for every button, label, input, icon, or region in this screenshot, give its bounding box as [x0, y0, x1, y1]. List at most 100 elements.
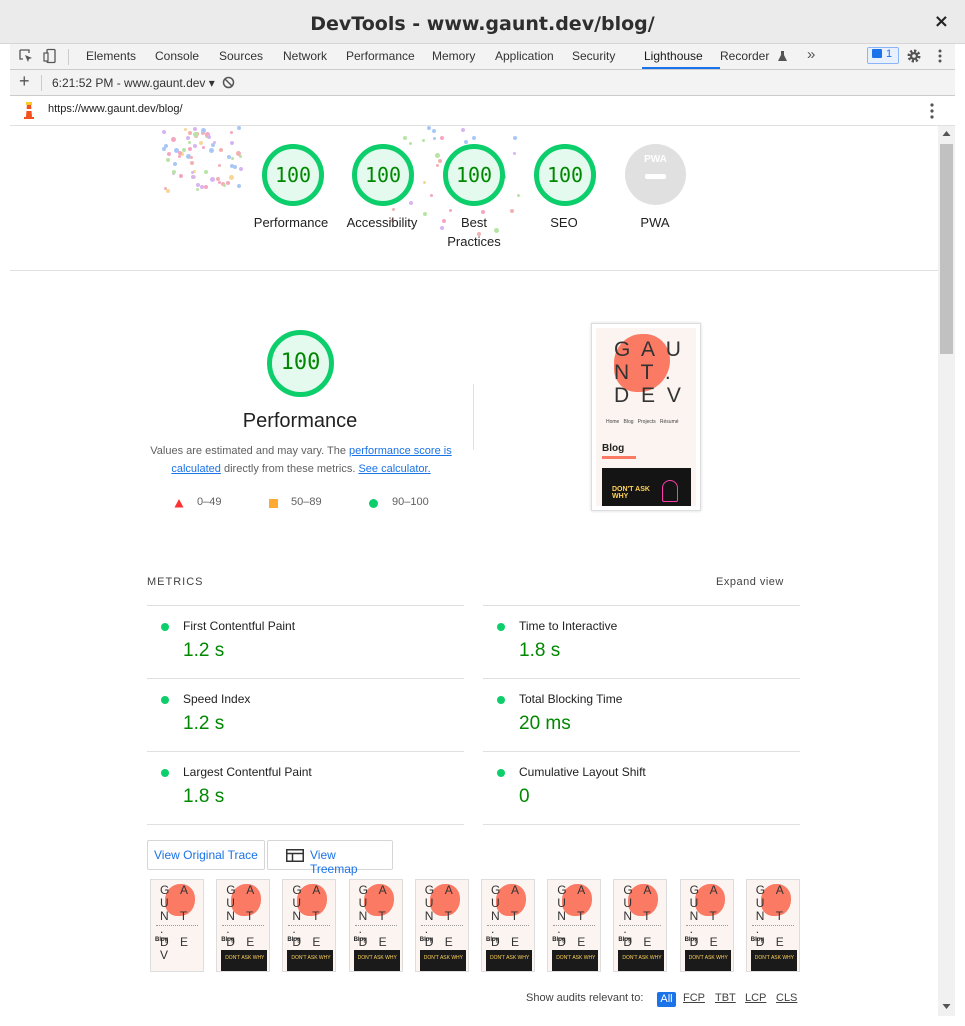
frame-heading: Blog [155, 937, 169, 943]
final-screenshot[interactable]: G A UN T .D E V Home Blog Projects Résum… [591, 323, 701, 511]
filter-tbt[interactable]: TBT [715, 992, 736, 1004]
filter-cls[interactable]: CLS [776, 992, 797, 1004]
tab-memory[interactable]: Memory [432, 49, 475, 63]
tab-application[interactable]: Application [495, 49, 554, 63]
frame-image: DON'T ASK WHY [287, 950, 334, 971]
metric-value: 1.2 s [183, 713, 225, 734]
tab-recorder[interactable]: Recorder [720, 49, 769, 63]
metric-value: 1.8 s [183, 786, 225, 807]
lighthouse-report: 100 Performance 100 Accessibility 100 Be… [10, 126, 938, 1016]
gauge-seo[interactable]: 100 [534, 144, 596, 206]
frame-image: DON'T ASK WHY [353, 950, 400, 971]
view-treemap-button[interactable]: View Treemap [267, 840, 393, 876]
device-toolbar-icon[interactable] [42, 48, 58, 64]
gauge-score: 100 [455, 163, 493, 187]
frame-heading: Blog [750, 937, 765, 943]
blog-heading: Blog [602, 443, 625, 454]
frame-nav [354, 925, 397, 927]
tab-performance[interactable]: Performance [346, 49, 415, 63]
frame-image: DON'T ASK WHY [618, 950, 665, 971]
filter-fcp[interactable]: FCP [683, 992, 705, 1004]
metric-name: Time to Interactive [519, 619, 618, 633]
report-scrollbar[interactable] [938, 126, 955, 1016]
frame-nav [288, 925, 331, 927]
tab-lighthouse[interactable]: Lighthouse [644, 49, 703, 63]
gauge-score: 100 [274, 163, 312, 187]
pwa-badge[interactable]: PWA [625, 144, 686, 205]
frame-image-text: DON'T ASK WHY [291, 955, 331, 961]
expand-view-toggle[interactable]: Expand view [716, 576, 784, 588]
gauge-accessibility[interactable]: 100 [352, 144, 414, 206]
frame-heading: Blog [221, 937, 235, 943]
metric-lcp: Largest Contentful Paint 1.8 s [147, 751, 464, 825]
confetti-dot [438, 158, 443, 163]
tab-elements[interactable]: Elements [86, 49, 136, 63]
report-selector[interactable]: 6:21:52 PM - www.gaunt.dev ▾ [52, 76, 215, 90]
scroll-up-icon[interactable] [942, 130, 951, 137]
performance-gauge-large: 100 [267, 330, 334, 397]
site-logo: G A UN T .D E V [614, 338, 684, 407]
gear-icon[interactable] [906, 48, 922, 64]
metric-speed-index: Speed Index 1.2 s [147, 678, 464, 751]
scrollbar-thumb[interactable] [940, 144, 953, 354]
confetti-dot [188, 146, 193, 151]
confetti-dot [408, 200, 413, 205]
filmstrip-frame: G A UN T .D E VBlogDON'T ASK WHY [216, 879, 271, 972]
issues-badge[interactable]: 1 [867, 47, 899, 64]
filter-all[interactable]: All [657, 992, 676, 1007]
metric-name: Total Blocking Time [519, 692, 623, 706]
tab-security[interactable]: Security [572, 49, 615, 63]
view-original-trace-button[interactable]: View Original Trace [147, 840, 265, 870]
tab-network[interactable]: Network [283, 49, 327, 63]
logo-line: D E V [614, 384, 684, 407]
frame-heading: Blog [684, 937, 698, 943]
filmstrip-frame: G A UN T .D E VBlogDON'T ASK WHY [348, 879, 403, 972]
gauge-score: 100 [280, 350, 321, 375]
report-url-bar: https://www.gaunt.dev/blog/ [10, 96, 955, 126]
tab-sources[interactable]: Sources [219, 49, 263, 63]
confetti-dot [219, 147, 224, 152]
tab-console[interactable]: Console [155, 49, 199, 63]
new-report-icon[interactable]: + [19, 71, 30, 92]
metric-name: Speed Index [183, 692, 251, 706]
gauge-performance[interactable]: 100 [262, 144, 324, 206]
confetti-dot [192, 144, 197, 149]
pass-circle-icon [369, 499, 378, 508]
gauge-score: 100 [364, 163, 402, 187]
more-options-icon[interactable] [932, 48, 948, 64]
logo-line: G A U [614, 338, 684, 361]
clear-icon[interactable] [222, 76, 235, 89]
filter-lcp[interactable]: LCP [745, 992, 766, 1004]
calculator-link[interactable]: See calculator. [358, 463, 430, 475]
confetti-dot [426, 126, 431, 130]
frame-image-text: DON'T ASK WHY [556, 955, 596, 961]
confetti-dot [217, 164, 221, 168]
confetti-dot [226, 180, 231, 185]
confetti-dot [172, 162, 177, 167]
confetti-dot [209, 177, 215, 183]
report-url[interactable]: https://www.gaunt.dev/blog/ [48, 103, 183, 115]
metric-name: Cumulative Layout Shift [519, 765, 646, 779]
performance-description: Values are estimated and may vary. The p… [148, 442, 454, 478]
close-icon[interactable]: × [934, 11, 949, 32]
inspect-element-icon[interactable] [18, 48, 34, 64]
scroll-down-icon[interactable] [942, 1003, 951, 1010]
message-icon [872, 49, 882, 58]
pass-circle-icon [161, 696, 169, 704]
confetti-dot [189, 156, 193, 160]
report-menu-icon[interactable] [928, 102, 936, 120]
legend-pass: 90–100 [392, 496, 429, 508]
post-image: DON'T ASK WHY [602, 468, 691, 506]
legend-fail: 0–49 [197, 496, 222, 508]
gauge-best-practices[interactable]: 100 [443, 144, 505, 206]
more-tabs-icon[interactable]: » [807, 46, 815, 63]
confetti-dot [204, 184, 209, 189]
pwa-badge-text: PWA [644, 154, 667, 165]
gauge-label: PWA [640, 215, 670, 230]
frame-logo: G A UN T .D E V [160, 883, 193, 962]
frame-heading: Blog [287, 937, 301, 943]
site-nav: Home Blog Projects Résumé [606, 419, 679, 425]
confetti-dot [237, 183, 242, 188]
frame-image: DON'T ASK WHY [684, 950, 731, 971]
confetti-dot [430, 193, 434, 197]
